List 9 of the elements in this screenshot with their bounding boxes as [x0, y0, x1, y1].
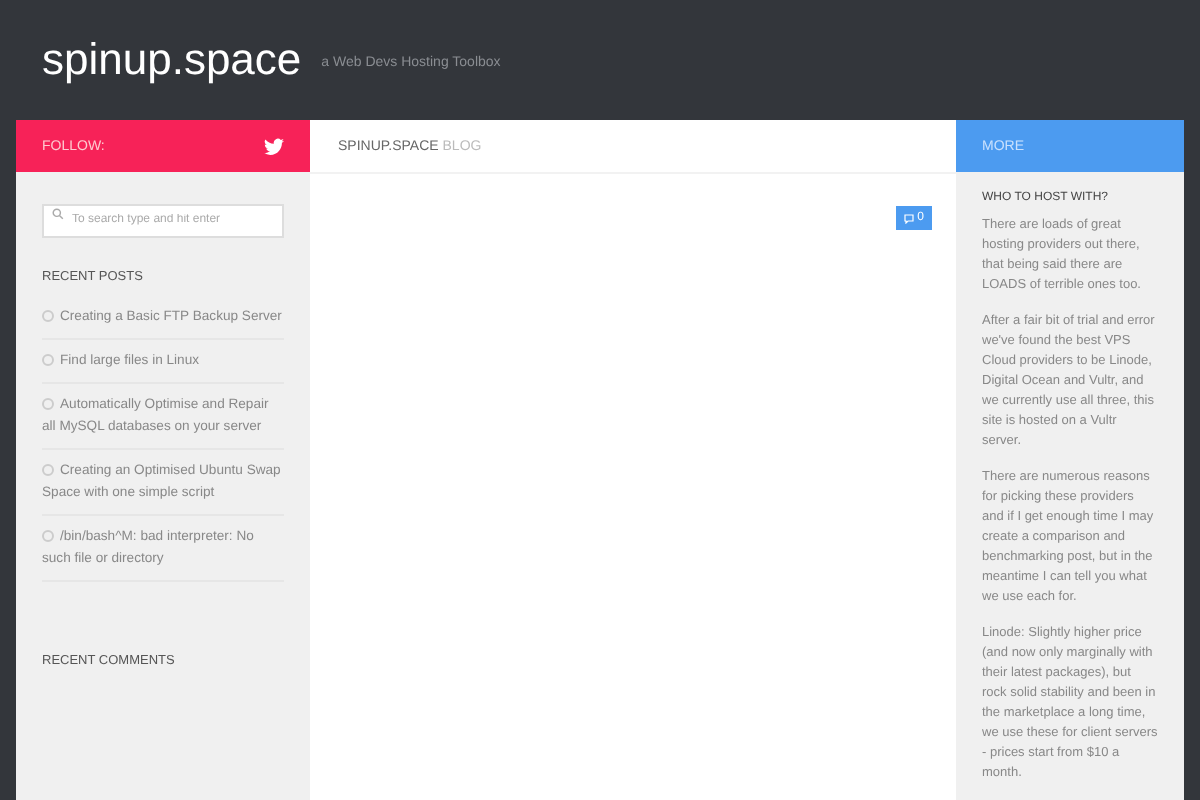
site-title[interactable]: spinup.space: [42, 34, 302, 86]
bird-icon[interactable]: [264, 137, 284, 155]
speech-bubble-icon: [903, 213, 914, 223]
search-icon: [52, 207, 64, 219]
circle-bullet-icon: [42, 464, 54, 477]
circle-bullet-icon: [42, 354, 54, 367]
circle-bullet-icon: [42, 398, 54, 411]
circle-bullet-icon: [42, 530, 54, 543]
circle-bullet-icon: [42, 310, 54, 323]
